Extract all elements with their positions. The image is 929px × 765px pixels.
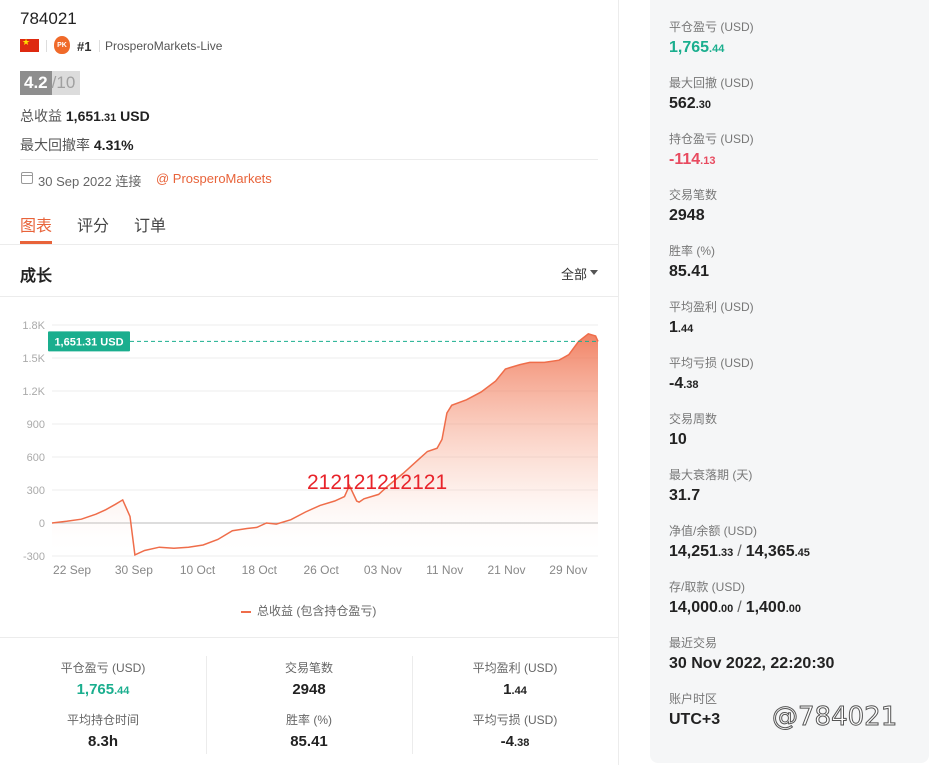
stat-value: -114.13 xyxy=(669,151,716,168)
score-badge: 4.2/10 xyxy=(20,71,81,95)
stat-item: 平均盈利 (USD) 1.44 xyxy=(669,298,929,339)
stat-value: 1.44 xyxy=(669,319,694,336)
stat-label: 交易笔数 xyxy=(669,188,718,202)
stat-item: 最大衰落期 (天) 31.7 xyxy=(669,466,929,507)
stat-value: 14,000.00/1,400.00 xyxy=(669,599,802,616)
account-detail-panel: 784021 ★ PK #1 ProsperoMarkets-Live 4.2/… xyxy=(0,0,618,765)
stat-value: 85.41 xyxy=(669,263,710,280)
total-profit-value: 1,651.31 USD xyxy=(65,108,150,124)
tab-orders[interactable]: 订单 xyxy=(134,212,166,236)
china-flag-icon: ★ xyxy=(20,37,39,52)
max-drawdown-label: 最大回撤率 xyxy=(20,137,90,153)
growth-chart: -300 0 300 600 900 1.2K 1.5K 1.8K 22 Sep 30 Sep 10… xyxy=(22,320,599,577)
max-drawdown-line: 最大回撤率 4.31% xyxy=(20,135,134,155)
divider xyxy=(0,296,618,297)
y-tick-label: 300 xyxy=(27,485,45,497)
stat-label: 存/取款 (USD) xyxy=(669,580,745,594)
stat-value: 2948 xyxy=(669,207,705,224)
stat-label: 平均亏损 (USD) xyxy=(669,356,754,370)
stat-label: 最大衰落期 (天) xyxy=(669,468,753,482)
x-tick-label: 21 Nov xyxy=(488,563,526,577)
stat-item: 最近交易 30 Nov 2022, 22:20:30 xyxy=(669,634,929,675)
stat-label: 最近交易 xyxy=(669,636,718,650)
stat-value: 30 Nov 2022, 22:20:30 xyxy=(669,655,835,672)
x-tick-label: 10 Oct xyxy=(180,563,216,577)
x-tick-label: 11 Nov xyxy=(426,563,463,577)
stat-item: 净值/余额 (USD) 14,251.33/14,365.45 xyxy=(669,522,929,563)
stat-item: 最大回撤 (USD) 562.30 xyxy=(669,74,929,115)
stat-item: 交易周数 10 xyxy=(669,410,929,451)
x-tick-label: 26 Oct xyxy=(303,563,339,577)
stat-item: 平仓盈亏 (USD) 1,765.44 xyxy=(669,18,929,59)
stat-label: 最大回撤 (USD) xyxy=(669,76,754,90)
stat-item: 胜率 (%) 85.41 xyxy=(669,242,929,283)
y-tick-label: 1.2K xyxy=(22,386,45,398)
bottom-stat-closed-pnl: 平仓盈亏 (USD) 1,765.44 xyxy=(60,661,146,698)
panel-divider xyxy=(618,0,619,765)
y-tick-label: 1.5K xyxy=(22,353,45,365)
x-tick-label: 03 Nov xyxy=(364,563,402,577)
bottom-stat-win-rate: 胜率 (%) 85.41 xyxy=(286,713,332,750)
stat-item: 持仓盈亏 (USD) -114.13 xyxy=(669,130,929,171)
bottom-stat-avg-hold-time: 平均持仓时间 8.3h xyxy=(66,713,139,750)
bottom-stat-avg-profit: 平均盈利 (USD) 1.44 xyxy=(472,661,558,698)
y-tick-label: 600 xyxy=(27,452,45,464)
stat-value: 562.30 xyxy=(669,95,711,112)
y-tick-label: 0 xyxy=(39,518,45,530)
divider xyxy=(0,244,618,245)
y-tick-label: 900 xyxy=(27,419,45,431)
overlay-text: 212121212121 xyxy=(307,471,447,494)
divider xyxy=(0,637,618,638)
broker-server-name: ProsperoMarkets-Live xyxy=(105,39,223,53)
stat-item: 交易笔数 2948 xyxy=(669,186,929,227)
divider xyxy=(20,159,598,160)
account-id: 784021 xyxy=(20,9,77,28)
stat-item: 存/取款 (USD) 14,000.00/1,400.00 xyxy=(669,578,929,619)
stat-label: 持仓盈亏 (USD) xyxy=(669,132,754,146)
x-tick-label: 30 Sep xyxy=(115,563,153,577)
stats-side-panel: 平仓盈亏 (USD) 1,765.44 最大回撤 (USD) 562.30 持仓盈亏 (… xyxy=(650,0,929,763)
score-value: 4.2 xyxy=(20,71,52,95)
stat-label: 平仓盈亏 (USD) xyxy=(669,20,754,34)
x-tick-label: 29 Nov xyxy=(549,563,587,577)
broker-link[interactable]: @ ProsperoMarkets xyxy=(156,171,272,186)
divider xyxy=(99,40,100,52)
stat-value: -4.38 xyxy=(669,375,699,392)
stat-value: 1,765.44 xyxy=(669,39,725,56)
stat-label: 净值/余额 (USD) xyxy=(669,524,757,538)
joined-date: 30 Sep 2022 连接 xyxy=(38,174,142,189)
tab-rating[interactable]: 评分 xyxy=(77,212,109,236)
total-profit-line: 总收益 1,651.31 USD xyxy=(20,106,150,126)
x-tick-label: 22 Sep xyxy=(53,563,91,577)
pk-flame-icon: PK xyxy=(54,36,70,54)
total-profit-label: 总收益 xyxy=(20,108,62,124)
stat-label: 平均盈利 (USD) xyxy=(669,300,754,314)
rank-label: #1 xyxy=(77,39,92,54)
stat-value: 14,251.33/14,365.45 xyxy=(669,543,810,560)
stat-item: 平均亏损 (USD) -4.38 xyxy=(669,354,929,395)
calendar-icon xyxy=(21,172,33,184)
divider xyxy=(46,40,47,52)
bottom-stat-trades: 交易笔数 2948 xyxy=(284,661,333,698)
range-dropdown[interactable]: 全部 xyxy=(561,264,587,283)
bottom-stat-avg-loss: 平均亏损 (USD) -4.38 xyxy=(472,713,558,750)
caret-down-icon[interactable] xyxy=(590,270,598,275)
growth-title: 成长 xyxy=(20,268,53,285)
x-tick-label: 18 Oct xyxy=(242,563,278,577)
y-tick-label: -300 xyxy=(23,551,45,563)
current-value-label: 1,651.31 USD xyxy=(54,336,123,348)
legend-swatch xyxy=(241,610,251,613)
divider xyxy=(412,656,413,754)
y-tick-label: 1.8K xyxy=(22,320,45,332)
score-max: /10 xyxy=(51,73,76,92)
divider xyxy=(206,656,207,754)
stat-label: 交易周数 xyxy=(669,412,718,426)
watermark-text: @784021 xyxy=(771,702,898,733)
tab-chart[interactable]: 图表 xyxy=(20,212,52,236)
stat-label: 胜率 (%) xyxy=(669,244,715,258)
max-drawdown-value: 4.31% xyxy=(93,137,134,153)
chart-legend[interactable]: 总收益 (包含持仓盈亏) xyxy=(241,602,376,619)
stat-value: 31.7 xyxy=(669,487,701,504)
stat-value: 10 xyxy=(669,431,687,448)
